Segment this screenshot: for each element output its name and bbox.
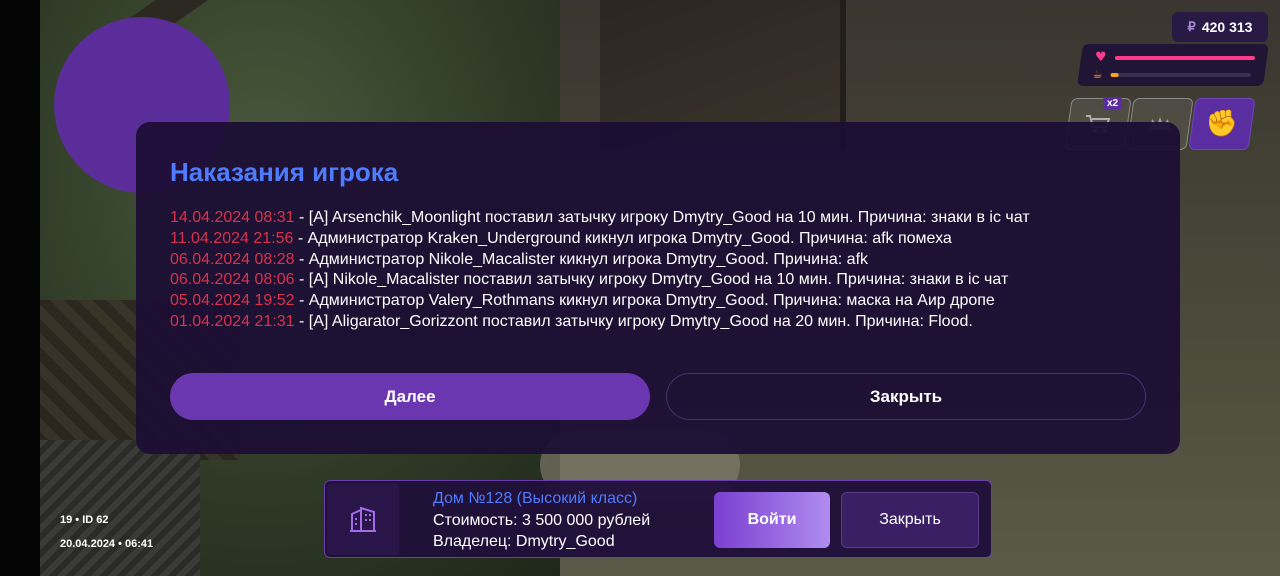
close-house-button[interactable]: Закрыть xyxy=(841,492,979,548)
money-display: ₽ 420 313 xyxy=(1172,12,1268,42)
entry-date: 06.04.2024 08:06 xyxy=(170,271,295,289)
dialog-title: Наказания игрока xyxy=(170,157,399,187)
entry-text: - [A] Aligarator_Gorizzont поставил заты… xyxy=(294,312,973,330)
punishment-entry: 05.04.2024 19:52 - Администратор Valery_… xyxy=(170,291,1030,312)
ruble-icon: ₽ xyxy=(1187,19,1196,34)
health-bar-fill xyxy=(1114,56,1255,60)
x2-badge: x2 xyxy=(1103,97,1123,110)
food-bar xyxy=(1110,73,1251,77)
entry-date: 01.04.2024 21:31 xyxy=(170,312,295,330)
house-price: Стоимость: 3 500 000 рублей xyxy=(433,512,651,529)
punishment-entry: 01.04.2024 21:31 - [A] Aligarator_Gorizz… xyxy=(170,312,1030,333)
next-button[interactable]: Далее xyxy=(170,373,650,420)
enter-house-button[interactable]: Войти xyxy=(714,492,830,548)
screen-edge xyxy=(0,0,40,576)
house-icon-box xyxy=(327,483,399,555)
fist-icon: ✊ xyxy=(1205,109,1239,139)
entry-text: - Администратор Valery_Rothmans кикнул и… xyxy=(294,292,995,310)
player-stats-panel: ♥ ☕ xyxy=(1077,44,1269,86)
close-dialog-button[interactable]: Закрыть xyxy=(666,373,1146,420)
entry-text: - Администратор Nikole_Macalister кикнул… xyxy=(294,250,869,268)
building-icon xyxy=(350,506,376,532)
food-row: ☕ xyxy=(1092,68,1251,81)
house-info-panel: Дом №128 (Высокий класс) Стоимость: 3 50… xyxy=(324,480,992,558)
stone-block xyxy=(40,440,200,576)
fist-weapon-slot[interactable]: ✊ xyxy=(1188,98,1256,150)
house-title: Дом №128 (Высокий класс) xyxy=(433,490,638,507)
heart-icon: ♥ xyxy=(1094,50,1107,65)
entry-text: - [A] Nikole_Macalister поставил затычку… xyxy=(294,271,1009,289)
entry-date: 05.04.2024 19:52 xyxy=(170,292,295,310)
punishments-dialog: Наказания игрока 14.04.2024 08:31 - [A] … xyxy=(136,122,1180,454)
date-time-info: 20.04.2024 • 06:41 xyxy=(60,538,154,550)
server-id-info: 19 • ID 62 xyxy=(60,514,109,526)
entry-text: - [A] Arsenchik_Moonlight поставил затыч… xyxy=(294,209,1030,226)
health-row: ♥ xyxy=(1094,50,1255,65)
health-bar xyxy=(1114,56,1255,60)
punishment-list: 14.04.2024 08:31 - [A] Arsenchik_Moonlig… xyxy=(170,208,1030,333)
entry-text: - Администратор Kraken_Underground кикну… xyxy=(293,229,952,247)
house-owner: Владелец: Dmytry_Good xyxy=(433,533,615,550)
punishment-entry: 06.04.2024 08:28 - Администратор Nikole_… xyxy=(170,250,1030,271)
entry-date: 14.04.2024 08:31 xyxy=(170,209,295,226)
punishment-entry: 11.04.2024 21:56 - Администратор Kraken_… xyxy=(170,229,1030,250)
cup-icon: ☕ xyxy=(1092,68,1103,81)
money-value: 420 313 xyxy=(1201,19,1253,35)
entry-date: 06.04.2024 08:28 xyxy=(170,250,295,268)
food-bar-fill xyxy=(1110,73,1119,77)
entry-date: 11.04.2024 21:56 xyxy=(170,229,294,247)
punishment-entry: 06.04.2024 08:06 - [A] Nikole_Macalister… xyxy=(170,270,1030,291)
punishment-entry: 14.04.2024 08:31 - [A] Arsenchik_Moonlig… xyxy=(170,208,1030,229)
